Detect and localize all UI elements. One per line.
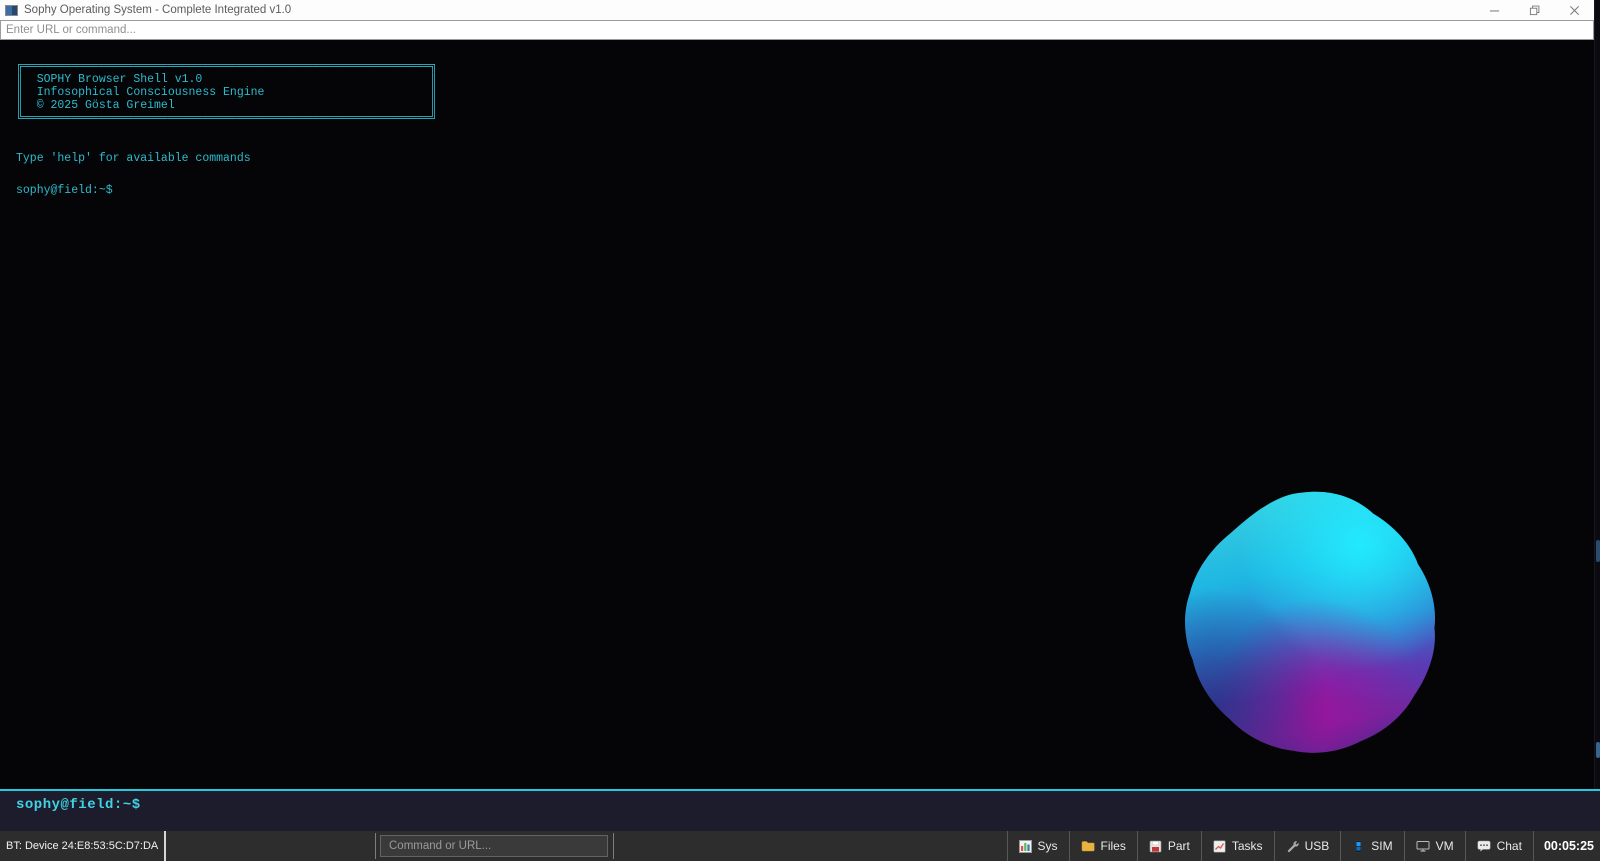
restore-icon xyxy=(1529,5,1540,16)
taskbar-item-sim[interactable]: SIM xyxy=(1340,831,1403,861)
close-button[interactable] xyxy=(1554,0,1594,20)
minimize-icon xyxy=(1489,5,1500,16)
minimize-button[interactable] xyxy=(1474,0,1514,20)
wrench-icon xyxy=(1286,840,1299,853)
taskbar-item-label: Files xyxy=(1101,839,1126,853)
taskbar-buttons: Sys Files Part Tasks USB SIM xyxy=(1007,831,1600,861)
bluetooth-status[interactable]: BT: Device 24:E8:53:5C:D7:DA xyxy=(0,831,166,861)
title-bar: Sophy Operating System - Complete Integr… xyxy=(0,0,1594,20)
taskbar-item-label: SIM xyxy=(1371,839,1392,853)
taskbar-item-usb[interactable]: USB xyxy=(1274,831,1341,861)
taskbar-item-label: VM xyxy=(1436,839,1454,853)
taskbar-command-input[interactable] xyxy=(380,835,608,857)
taskbar-item-label: USB xyxy=(1305,839,1330,853)
window-controls xyxy=(1474,0,1594,20)
taskbar-item-files[interactable]: Files xyxy=(1069,831,1137,861)
app-icon xyxy=(5,5,18,16)
url-bar xyxy=(0,20,1594,40)
chat-bubble-icon xyxy=(1477,840,1491,852)
taskbar-separator xyxy=(375,833,376,859)
bar-chart-icon xyxy=(1019,840,1032,853)
window-title: Sophy Operating System - Complete Integr… xyxy=(24,4,291,16)
taskbar-item-part[interactable]: Part xyxy=(1137,831,1201,861)
terminal-help-text: Type 'help' for available commands xyxy=(16,152,251,165)
folder-icon xyxy=(1081,840,1095,852)
taskbar: BT: Device 24:E8:53:5C:D7:DA Sys Files P… xyxy=(0,831,1600,861)
floppy-disk-icon xyxy=(1149,840,1162,853)
terminal-area: ╔═══════════════════════════════════════… xyxy=(0,40,1600,789)
prompt-bar[interactable]: sophy@field:~$ xyxy=(0,791,1600,831)
taskbar-separator xyxy=(613,833,614,859)
sim-phone-icon xyxy=(1352,840,1365,853)
prompt-bar-accent-line xyxy=(0,789,1600,791)
taskbar-clock[interactable]: 00:05:25 xyxy=(1533,831,1600,861)
taskbar-item-chat[interactable]: Chat xyxy=(1465,831,1533,861)
url-input[interactable] xyxy=(0,20,1594,40)
scrollbar-thumb[interactable] xyxy=(1596,540,1600,562)
terminal-prompt-line: sophy@field:~$ xyxy=(16,184,113,197)
monitor-icon xyxy=(1416,840,1430,852)
close-icon xyxy=(1569,5,1580,16)
taskbar-item-tasks[interactable]: Tasks xyxy=(1201,831,1274,861)
shell-banner: ╔═══════════════════════════════════════… xyxy=(16,60,437,125)
sophy-os-window: Sophy Operating System - Complete Integr… xyxy=(0,0,1600,861)
taskbar-item-label: Chat xyxy=(1497,839,1522,853)
taskbar-item-label: Tasks xyxy=(1232,839,1263,853)
taskbar-item-label: Part xyxy=(1168,839,1190,853)
taskbar-item-label: Sys xyxy=(1038,839,1058,853)
scrollbar-track xyxy=(1594,0,1600,831)
consciousness-orb xyxy=(1155,483,1449,773)
taskbar-item-sys[interactable]: Sys xyxy=(1007,831,1069,861)
restore-button[interactable] xyxy=(1514,0,1554,20)
scrollbar-thumb[interactable] xyxy=(1596,742,1600,758)
prompt-bar-text: sophy@field:~$ xyxy=(16,797,141,813)
taskbar-item-vm[interactable]: VM xyxy=(1404,831,1465,861)
task-chart-icon xyxy=(1213,840,1226,853)
